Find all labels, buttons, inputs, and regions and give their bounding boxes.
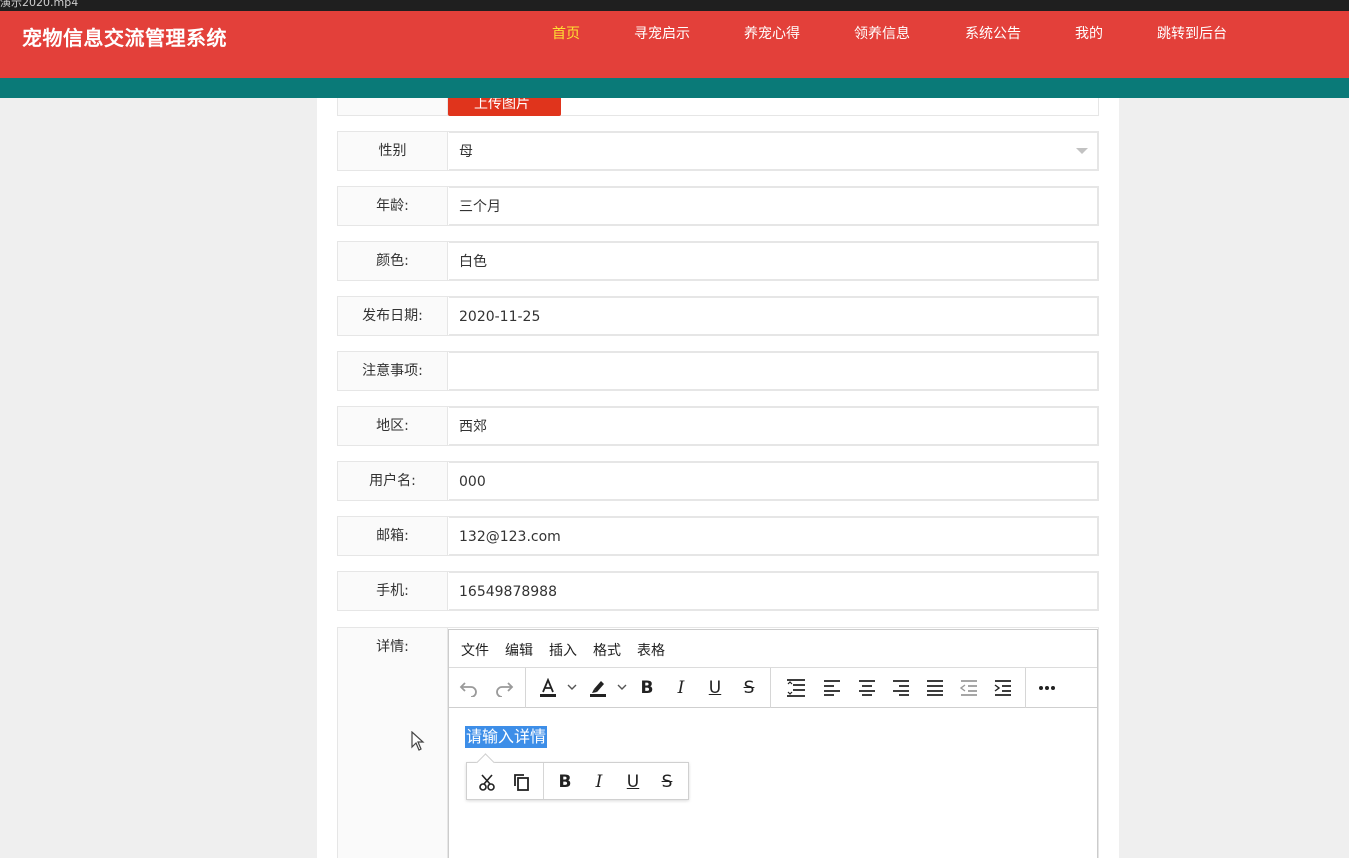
region-input[interactable]: 西郊	[449, 407, 1098, 445]
gender-select[interactable]: 母	[449, 132, 1098, 170]
editor-toolbar: B I U S	[449, 668, 1097, 708]
bold-icon[interactable]: B	[634, 675, 660, 701]
undo-icon[interactable]	[456, 675, 482, 701]
toolbar-separator	[525, 668, 526, 708]
underline-icon[interactable]: U	[702, 675, 728, 701]
underline-icon[interactable]: U	[620, 769, 646, 795]
header-band	[0, 78, 1349, 98]
form-row-image: 上传图片	[337, 98, 1099, 116]
mouse-cursor-icon	[411, 731, 425, 751]
menu-format[interactable]: 格式	[593, 640, 621, 660]
menu-table[interactable]: 表格	[637, 640, 665, 660]
chevron-down-icon[interactable]	[616, 681, 628, 693]
menu-file[interactable]: 文件	[461, 640, 489, 660]
chevron-down-icon[interactable]	[566, 681, 578, 693]
form-row-notes: 注意事项:	[337, 351, 1099, 391]
nav-pet-tips[interactable]: 养宠心得	[744, 23, 800, 43]
indent-icon[interactable]	[990, 675, 1016, 701]
nav-mine[interactable]: 我的	[1075, 23, 1103, 43]
copy-icon[interactable]	[508, 769, 534, 795]
toolbar-separator	[1025, 668, 1026, 708]
form-row-username: 用户名: 000	[337, 461, 1099, 501]
form-row-phone: 手机: 16549878988	[337, 571, 1099, 611]
upload-image-button[interactable]: 上传图片	[448, 98, 561, 116]
form-label: 地区:	[338, 407, 448, 445]
form-label: 详情:	[338, 628, 448, 858]
italic-icon[interactable]: I	[586, 769, 612, 795]
toolbar-separator	[770, 668, 771, 708]
form-label: 颜色:	[338, 242, 448, 280]
form-row-age: 年龄: 三个月	[337, 186, 1099, 226]
menu-edit[interactable]: 编辑	[505, 640, 533, 660]
menu-insert[interactable]: 插入	[549, 640, 577, 660]
window-title-strip: 演示2020.mp4	[0, 0, 1349, 11]
notes-input[interactable]	[449, 352, 1098, 390]
site-header: 宠物信息交流管理系统 首页 寻宠启示 养宠心得 领养信息 系统公告 我的 跳转到…	[0, 11, 1349, 78]
email-input[interactable]: 132@123.com	[449, 517, 1098, 555]
line-height-icon[interactable]	[783, 675, 809, 701]
window-title: 演示2020.mp4	[0, 0, 79, 9]
form-label: 手机:	[338, 572, 448, 610]
cut-icon[interactable]	[474, 769, 500, 795]
form-row-gender: 性别 母	[337, 131, 1099, 171]
form-row-color: 颜色: 白色	[337, 241, 1099, 281]
bold-icon[interactable]: B	[552, 769, 578, 795]
toolbar-separator	[543, 763, 544, 799]
form-label: 年龄:	[338, 187, 448, 225]
text-color-icon[interactable]	[535, 675, 561, 701]
form-label: 发布日期:	[338, 297, 448, 335]
italic-icon[interactable]: I	[668, 675, 694, 701]
nav-home[interactable]: 首页	[552, 23, 580, 43]
nav-adoption[interactable]: 领养信息	[854, 23, 910, 43]
form-row-email: 邮箱: 132@123.com	[337, 516, 1099, 556]
main-nav: 首页 寻宠启示 养宠心得 领养信息 系统公告 我的 跳转到后台	[0, 23, 1349, 47]
align-left-icon[interactable]	[819, 675, 845, 701]
username-input[interactable]: 000	[449, 462, 1098, 500]
strikethrough-icon[interactable]: S	[736, 675, 762, 701]
more-icon[interactable]	[1034, 675, 1060, 701]
align-justify-icon[interactable]	[922, 675, 948, 701]
editor-content-area[interactable]: 请输入详情 B I U S	[449, 708, 1097, 858]
form-panel: 上传图片 性别 母 年龄: 三个月 颜色: 白色 发布日期: 2020-11-2…	[317, 98, 1119, 858]
upload-button-label: 上传图片	[474, 98, 530, 112]
nav-announcements[interactable]: 系统公告	[965, 23, 1021, 43]
align-center-icon[interactable]	[854, 675, 880, 701]
form-label	[338, 98, 448, 115]
form-row-detail: 详情: 文件 编辑 插入 格式 表格 B I U S 请输入详情 B I U S	[337, 627, 1099, 858]
inline-format-toolbar: B I U S	[466, 762, 689, 800]
nav-admin[interactable]: 跳转到后台	[1157, 23, 1227, 43]
editor-menubar: 文件 编辑 插入 格式 表格	[449, 630, 1097, 668]
form-row-region: 地区: 西郊	[337, 406, 1099, 446]
color-input[interactable]: 白色	[449, 242, 1098, 280]
strikethrough-icon[interactable]: S	[654, 769, 680, 795]
editor-placeholder: 请输入详情	[465, 726, 548, 748]
redo-icon[interactable]	[491, 675, 517, 701]
highlight-color-icon[interactable]	[585, 675, 611, 701]
form-label: 注意事项:	[338, 352, 448, 390]
form-label: 用户名:	[338, 462, 448, 500]
chevron-down-icon[interactable]	[1076, 148, 1088, 154]
form-row-publish-date: 发布日期: 2020-11-25	[337, 296, 1099, 336]
rich-text-editor: 文件 编辑 插入 格式 表格 B I U S 请输入详情 B I U S	[448, 629, 1098, 858]
align-right-icon[interactable]	[888, 675, 914, 701]
nav-lost-pets[interactable]: 寻宠启示	[634, 23, 690, 43]
phone-input[interactable]: 16549878988	[449, 572, 1098, 610]
form-label: 邮箱:	[338, 517, 448, 555]
age-input[interactable]: 三个月	[449, 187, 1098, 225]
form-label: 性别	[338, 132, 448, 170]
outdent-icon[interactable]	[956, 675, 982, 701]
publish-date-input[interactable]: 2020-11-25	[449, 297, 1098, 335]
